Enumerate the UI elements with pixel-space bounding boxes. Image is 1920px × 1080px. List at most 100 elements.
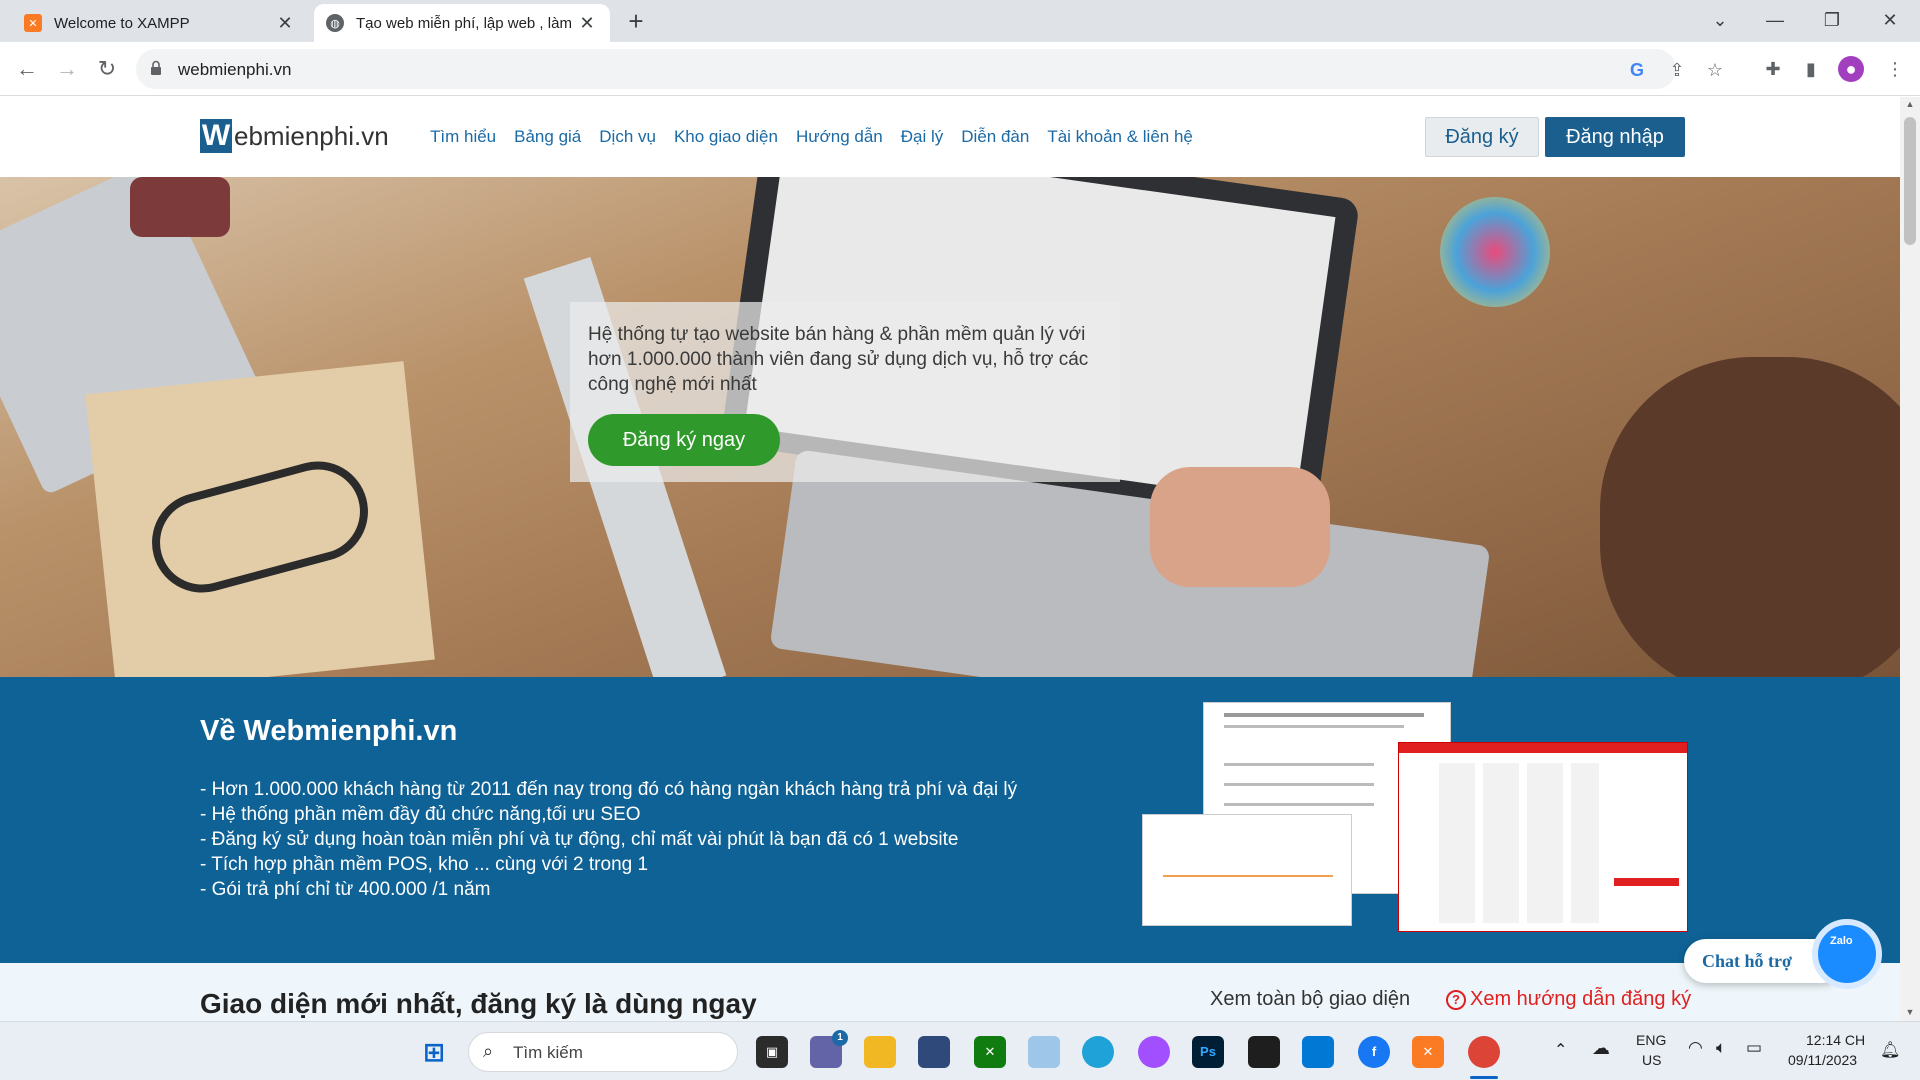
menu-kebab-icon[interactable]: ⋮ bbox=[1882, 56, 1908, 82]
back-icon[interactable]: ← bbox=[12, 54, 42, 84]
tab-title: Welcome to XAMPP bbox=[54, 14, 190, 32]
about-item: - Hơn 1.000.000 khách hàng từ 2011 đến n… bbox=[200, 779, 1018, 800]
nav-item-tai-khoan[interactable]: Tài khoản & liên hệ bbox=[1047, 127, 1193, 147]
search-icon: ⌕ bbox=[483, 1041, 494, 1061]
language-line1[interactable]: ENG bbox=[1636, 1032, 1666, 1048]
nav-item-tim-hieu[interactable]: Tìm hiểu bbox=[430, 127, 496, 147]
taskbar: ⊞ ⌕ Tìm kiếm ▣ 1 ✕ Ps f ✕ ⌃ ☁ ENG US ◠ 🔈… bbox=[0, 1021, 1920, 1080]
forward-icon[interactable]: → bbox=[52, 54, 82, 84]
clock-date[interactable]: 09/11/2023 bbox=[1788, 1052, 1857, 1068]
restore-icon[interactable]: ❐ bbox=[1812, 6, 1852, 34]
main-nav: Tìm hiểu Bảng giá Dịch vụ Kho giao diện … bbox=[430, 127, 1193, 147]
globe-icon: ◍ bbox=[326, 14, 344, 32]
nav-item-huong-dan[interactable]: Hướng dẫn bbox=[796, 127, 883, 147]
active-indicator bbox=[1470, 1076, 1498, 1079]
battery-icon[interactable]: ▭ bbox=[1746, 1038, 1762, 1058]
about-list: - Hơn 1.000.000 khách hàng từ 2011 đến n… bbox=[200, 777, 1017, 902]
view-all-themes-link[interactable]: Xem toàn bộ giao diện bbox=[1210, 988, 1410, 1011]
xampp-icon: ✕ bbox=[24, 14, 42, 32]
login-button[interactable]: Đăng nhập bbox=[1545, 117, 1685, 157]
close-icon[interactable]: ✕ bbox=[576, 13, 598, 34]
start-icon[interactable]: ⊞ bbox=[418, 1036, 450, 1068]
about-item: - Đăng ký sử dụng hoàn toàn miễn phí và … bbox=[200, 829, 959, 850]
nav-item-kho-giao-dien[interactable]: Kho giao diện bbox=[674, 127, 778, 147]
taskbar-search-label: Tìm kiếm bbox=[513, 1043, 583, 1062]
edge-icon[interactable] bbox=[1082, 1036, 1114, 1068]
scrollbar-thumb[interactable] bbox=[1904, 117, 1916, 245]
google-lens-icon[interactable]: G bbox=[1626, 59, 1648, 81]
tab-title: Tạo web miễn phí, lập web , làm bbox=[356, 14, 572, 32]
chat-support-label: Chat hỗ trợ bbox=[1702, 951, 1792, 971]
tab-webmienphi[interactable]: ◍ Tạo web miễn phí, lập web , làm ✕ bbox=[314, 4, 610, 42]
language-line2[interactable]: US bbox=[1642, 1052, 1661, 1068]
register-now-button[interactable]: Đăng ký ngay bbox=[588, 414, 780, 466]
reload-icon[interactable]: ↻ bbox=[92, 54, 122, 84]
page-viewport: W ebmienphi.vn Tìm hiểu Bảng giá Dịch vụ… bbox=[0, 97, 1900, 1021]
site-header: W ebmienphi.vn Tìm hiểu Bảng giá Dịch vụ… bbox=[0, 97, 1900, 177]
zalo-label: Zalo bbox=[1830, 935, 1853, 947]
zalo-chat-button[interactable]: Zalo bbox=[1812, 919, 1882, 989]
close-icon[interactable]: ✕ bbox=[274, 13, 296, 34]
about-item: - Gói trả phí chỉ từ 400.000 /1 năm bbox=[200, 879, 491, 900]
file-explorer-icon[interactable] bbox=[864, 1036, 896, 1068]
onedrive-icon[interactable]: ☁ bbox=[1592, 1038, 1610, 1059]
side-panel-icon[interactable]: ▮ bbox=[1798, 56, 1824, 82]
show-hidden-icons-icon[interactable]: ⌃ bbox=[1554, 1040, 1567, 1060]
lock-icon bbox=[151, 60, 161, 75]
about-section: Về Webmienphi.vn - Hơn 1.000.000 khách h… bbox=[0, 677, 1900, 963]
logo-text: ebmienphi.vn bbox=[234, 120, 389, 151]
themes-section: Giao diện mới nhất, đăng ký là dùng ngay… bbox=[0, 963, 1900, 1021]
database-app-icon[interactable] bbox=[918, 1036, 950, 1068]
hero-banner: Hệ thống tự tạo website bán hàng & phần … bbox=[0, 177, 1900, 677]
scroll-up-icon[interactable]: ▲ bbox=[1904, 99, 1916, 109]
case-image bbox=[130, 177, 230, 237]
teams-badge: 1 bbox=[832, 1030, 848, 1046]
messenger-icon[interactable] bbox=[1138, 1036, 1170, 1068]
nav-item-dai-ly[interactable]: Đại lý bbox=[901, 127, 944, 147]
figma-icon[interactable] bbox=[1248, 1036, 1280, 1068]
registration-guide-link[interactable]: Xem hướng dẫn đăng ký bbox=[1470, 988, 1691, 1011]
logo-mark: W bbox=[200, 119, 232, 153]
chrome-icon[interactable] bbox=[1468, 1036, 1500, 1068]
url-text[interactable]: webmienphi.vn bbox=[178, 60, 291, 80]
clock-time[interactable]: 12:14 CH bbox=[1806, 1032, 1865, 1048]
bookmark-star-icon[interactable]: ☆ bbox=[1704, 59, 1726, 81]
nav-item-dien-dan[interactable]: Diễn đàn bbox=[961, 127, 1029, 147]
minimize-icon[interactable]: — bbox=[1755, 6, 1795, 34]
xampp-icon[interactable]: ✕ bbox=[1412, 1036, 1444, 1068]
site-logo[interactable]: W ebmienphi.vn bbox=[200, 119, 389, 153]
themes-title: Giao diện mới nhất, đăng ký là dùng ngay bbox=[200, 988, 757, 1019]
taskbar-search[interactable]: ⌕ Tìm kiếm bbox=[468, 1032, 738, 1072]
nav-item-dich-vu[interactable]: Dịch vụ bbox=[599, 127, 656, 147]
notification-bell-icon[interactable]: 🔔︎ bbox=[1880, 1040, 1900, 1060]
wifi-icon[interactable]: ◠ bbox=[1688, 1038, 1703, 1058]
omnibox[interactable]: webmienphi.vn G ⇪ ☆ bbox=[136, 49, 1723, 89]
window-close-icon[interactable]: ✕ bbox=[1870, 6, 1910, 34]
question-icon: ? bbox=[1446, 990, 1466, 1010]
teams-icon[interactable]: 1 bbox=[810, 1030, 848, 1068]
hero-text: Hệ thống tự tạo website bán hàng & phần … bbox=[588, 324, 1089, 395]
scroll-down-icon[interactable]: ▼ bbox=[1904, 1007, 1916, 1017]
volume-icon[interactable]: 🔈︎ bbox=[1716, 1038, 1726, 1058]
xbox-icon[interactable]: ✕ bbox=[974, 1036, 1006, 1068]
tab-search-icon[interactable]: ⌄ bbox=[1700, 6, 1740, 34]
hero-card: Hệ thống tự tạo website bán hàng & phần … bbox=[570, 302, 1120, 482]
new-tab-button[interactable]: + bbox=[622, 8, 650, 36]
share-icon[interactable]: ⇪ bbox=[1666, 59, 1688, 81]
task-view-icon[interactable]: ▣ bbox=[756, 1036, 788, 1068]
chart-screenshot bbox=[1142, 814, 1352, 926]
photoshop-icon[interactable]: Ps bbox=[1192, 1036, 1224, 1068]
profile-avatar-icon[interactable]: ● bbox=[1838, 56, 1864, 82]
register-button[interactable]: Đăng ký bbox=[1425, 117, 1539, 157]
vscode-icon[interactable] bbox=[1302, 1036, 1334, 1068]
browser-tab-bar: ✕ Welcome to XAMPP ✕ ◍ Tạo web miễn phí,… bbox=[0, 0, 1920, 42]
person-image bbox=[1600, 357, 1900, 677]
tab-xampp[interactable]: ✕ Welcome to XAMPP ✕ bbox=[12, 4, 308, 42]
photos-icon[interactable] bbox=[1028, 1036, 1060, 1068]
facebook-icon[interactable]: f bbox=[1358, 1036, 1390, 1068]
page-scrollbar[interactable]: ▲ ▼ bbox=[1900, 97, 1920, 1021]
extensions-icon[interactable]: ✚ bbox=[1760, 56, 1786, 82]
pos-screenshot bbox=[1398, 742, 1688, 932]
nav-item-bang-gia[interactable]: Bảng giá bbox=[514, 127, 581, 147]
hand-image bbox=[1150, 467, 1330, 587]
